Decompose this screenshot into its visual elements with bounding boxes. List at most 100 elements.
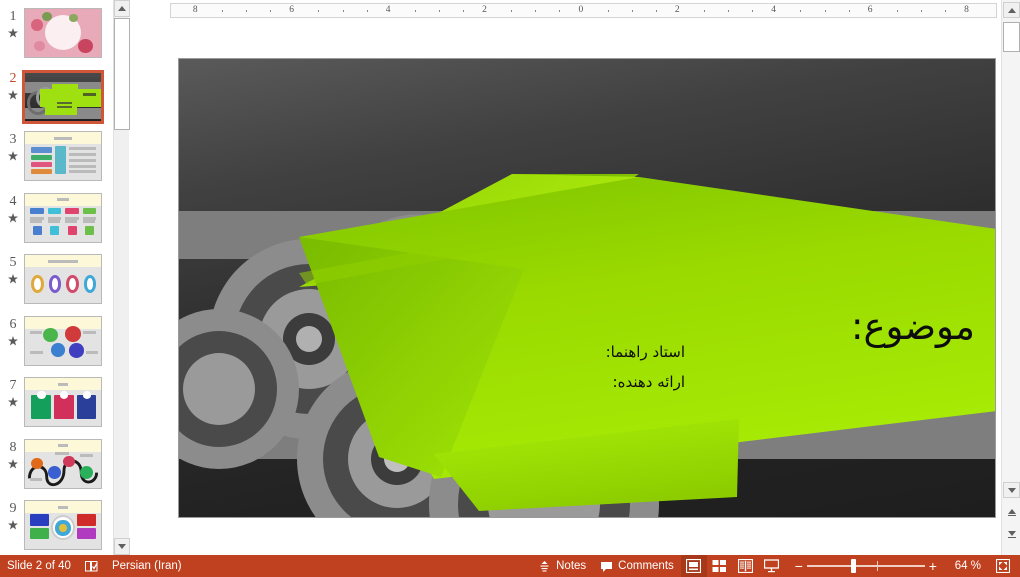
ruler-tick xyxy=(896,10,898,12)
ruler-tick-label: 6 xyxy=(289,5,295,15)
normal-view-button[interactable] xyxy=(680,555,707,577)
ruler-tick xyxy=(631,10,633,12)
ruler-tick-label: 2 xyxy=(482,5,487,15)
proofing-status-button[interactable] xyxy=(78,555,105,577)
ruler-tick xyxy=(920,10,922,12)
scroll-up-icon xyxy=(1007,7,1016,13)
zoom-level-label[interactable]: 64 % xyxy=(947,560,989,572)
slide-counter[interactable]: Slide 2 of 40 xyxy=(0,555,78,577)
ruler-tick-label: 8 xyxy=(964,5,969,15)
slide-scrollbar-thumb[interactable] xyxy=(1003,22,1020,52)
slide-show-view-button[interactable] xyxy=(759,555,785,577)
slide-scroll-down-button[interactable] xyxy=(1003,482,1020,498)
ruler-tick xyxy=(342,10,344,12)
thumbnail-image[interactable] xyxy=(24,500,102,550)
zoom-control[interactable]: − + xyxy=(785,555,947,577)
thumbnail-meta: 6 xyxy=(0,316,22,351)
slide-thumbnail-3[interactable]: 3 xyxy=(0,131,113,193)
next-slide-button[interactable] xyxy=(1003,526,1020,542)
slide-scrollbar[interactable] xyxy=(1001,0,1020,555)
reading-view-button[interactable] xyxy=(733,555,759,577)
thumbnail-image[interactable] xyxy=(24,192,102,243)
thumbnail-meta: 8 xyxy=(0,439,22,474)
star-icon xyxy=(8,335,18,345)
animation-star-icon xyxy=(8,517,18,535)
thumbnail-scrollbar-thumb[interactable] xyxy=(114,18,130,130)
slide-editing-area[interactable]: موضوع: استاد راهنما: ارائه دهنده: xyxy=(130,20,1000,555)
thumbnail-number: 2 xyxy=(9,70,17,86)
animation-star-icon xyxy=(8,25,18,43)
notes-icon xyxy=(540,560,549,571)
language-label: Persian (Iran) xyxy=(111,560,182,572)
ruler-tick xyxy=(438,10,440,12)
slide-thumbnail-1[interactable]: 1 xyxy=(0,8,113,70)
thumbnail-image[interactable] xyxy=(24,315,102,366)
slide-thumbnail-5[interactable]: 5 xyxy=(0,254,113,316)
thumbnail-image[interactable] xyxy=(24,377,102,427)
previous-slide-icon xyxy=(1007,508,1016,514)
ruler-tick xyxy=(655,10,657,12)
green-origami-graphic xyxy=(299,174,995,511)
slide-thumbnail-9[interactable]: 9 xyxy=(0,500,113,555)
slide-thumbnail-7[interactable]: 7 xyxy=(0,377,113,439)
fit-to-window-button[interactable] xyxy=(989,555,1020,577)
zoom-in-button[interactable]: + xyxy=(925,559,941,573)
ruler-tick-label: 4 xyxy=(771,5,777,15)
slide-title[interactable]: موضوع: xyxy=(851,306,975,348)
zoom-slider[interactable] xyxy=(806,555,925,577)
ruler-tick xyxy=(800,10,802,12)
animation-star-icon xyxy=(8,148,18,166)
fit-to-window-icon xyxy=(996,559,1010,573)
star-icon xyxy=(8,212,18,222)
scroll-up-icon xyxy=(118,6,126,11)
thumbnail-number: 3 xyxy=(9,132,17,147)
spellcheck-icon xyxy=(84,560,98,571)
previous-slide-button[interactable] xyxy=(1003,504,1020,520)
thumbnail-number: 7 xyxy=(9,378,17,393)
thumbnail-scroll-up-button[interactable] xyxy=(114,0,130,17)
thumbnail-image[interactable] xyxy=(24,438,102,489)
zoom-slider-thumb[interactable] xyxy=(850,559,856,573)
language-indicator[interactable]: Persian (Iran) xyxy=(105,555,189,577)
thumbnail-scrollbar[interactable] xyxy=(113,0,130,555)
ruler-tick xyxy=(559,10,561,12)
zoom-out-button[interactable]: − xyxy=(791,559,807,573)
slide-subtitle-supervisor[interactable]: استاد راهنما: xyxy=(606,343,685,361)
ruler-tick xyxy=(535,10,537,12)
thumbnail-number: 9 xyxy=(9,501,17,516)
ruler-tick xyxy=(945,10,946,12)
notes-button[interactable]: Notes xyxy=(531,555,593,577)
scroll-down-icon xyxy=(1007,487,1016,493)
slide-thumbnail-4[interactable]: 4 xyxy=(0,192,113,255)
thumbnail-meta: 7 xyxy=(0,377,22,412)
animation-star-icon xyxy=(8,271,18,289)
ruler-tick xyxy=(222,10,223,12)
horizontal-ruler[interactable]: 8 6 4 2 0 2 4 6 8 xyxy=(170,3,997,18)
thumbnail-image[interactable] xyxy=(24,131,102,181)
slide-canvas[interactable]: موضوع: استاد راهنما: ارائه دهنده: xyxy=(178,58,996,518)
thumbnail-scroll-down-button[interactable] xyxy=(114,538,130,555)
slide-scroll-up-button[interactable] xyxy=(1003,2,1020,18)
slide-subtitle-presenter[interactable]: ارائه دهنده: xyxy=(613,373,685,391)
thumbnail-image[interactable] xyxy=(24,8,102,58)
thumbnail-meta: 9 xyxy=(0,500,22,535)
next-slide-icon xyxy=(1007,530,1016,536)
comments-button[interactable]: Comments xyxy=(593,555,681,577)
thumbnail-number: 6 xyxy=(9,316,17,332)
slide-thumbnail-8[interactable]: 8 xyxy=(0,438,113,501)
thumbnail-image[interactable] xyxy=(24,254,102,304)
animation-star-icon xyxy=(8,87,18,105)
slide-sorter-icon xyxy=(712,560,727,572)
slide-thumbnail-6[interactable]: 6 xyxy=(0,315,113,378)
ruler-tick xyxy=(848,10,850,12)
star-icon xyxy=(8,520,18,530)
ruler-tick-label: 2 xyxy=(674,5,680,15)
slide-thumbnail-panel[interactable]: 1 2 3 4 5 6 7 8 9 xyxy=(0,0,113,555)
ruler-tick xyxy=(824,10,826,12)
star-icon xyxy=(8,28,18,38)
thumbnail-image[interactable] xyxy=(22,69,104,124)
slide-thumbnail-2[interactable]: 2 xyxy=(0,69,113,132)
slide-sorter-view-button[interactable] xyxy=(707,555,733,577)
ruler-tick-label: 0 xyxy=(578,5,584,15)
star-icon xyxy=(8,274,18,284)
